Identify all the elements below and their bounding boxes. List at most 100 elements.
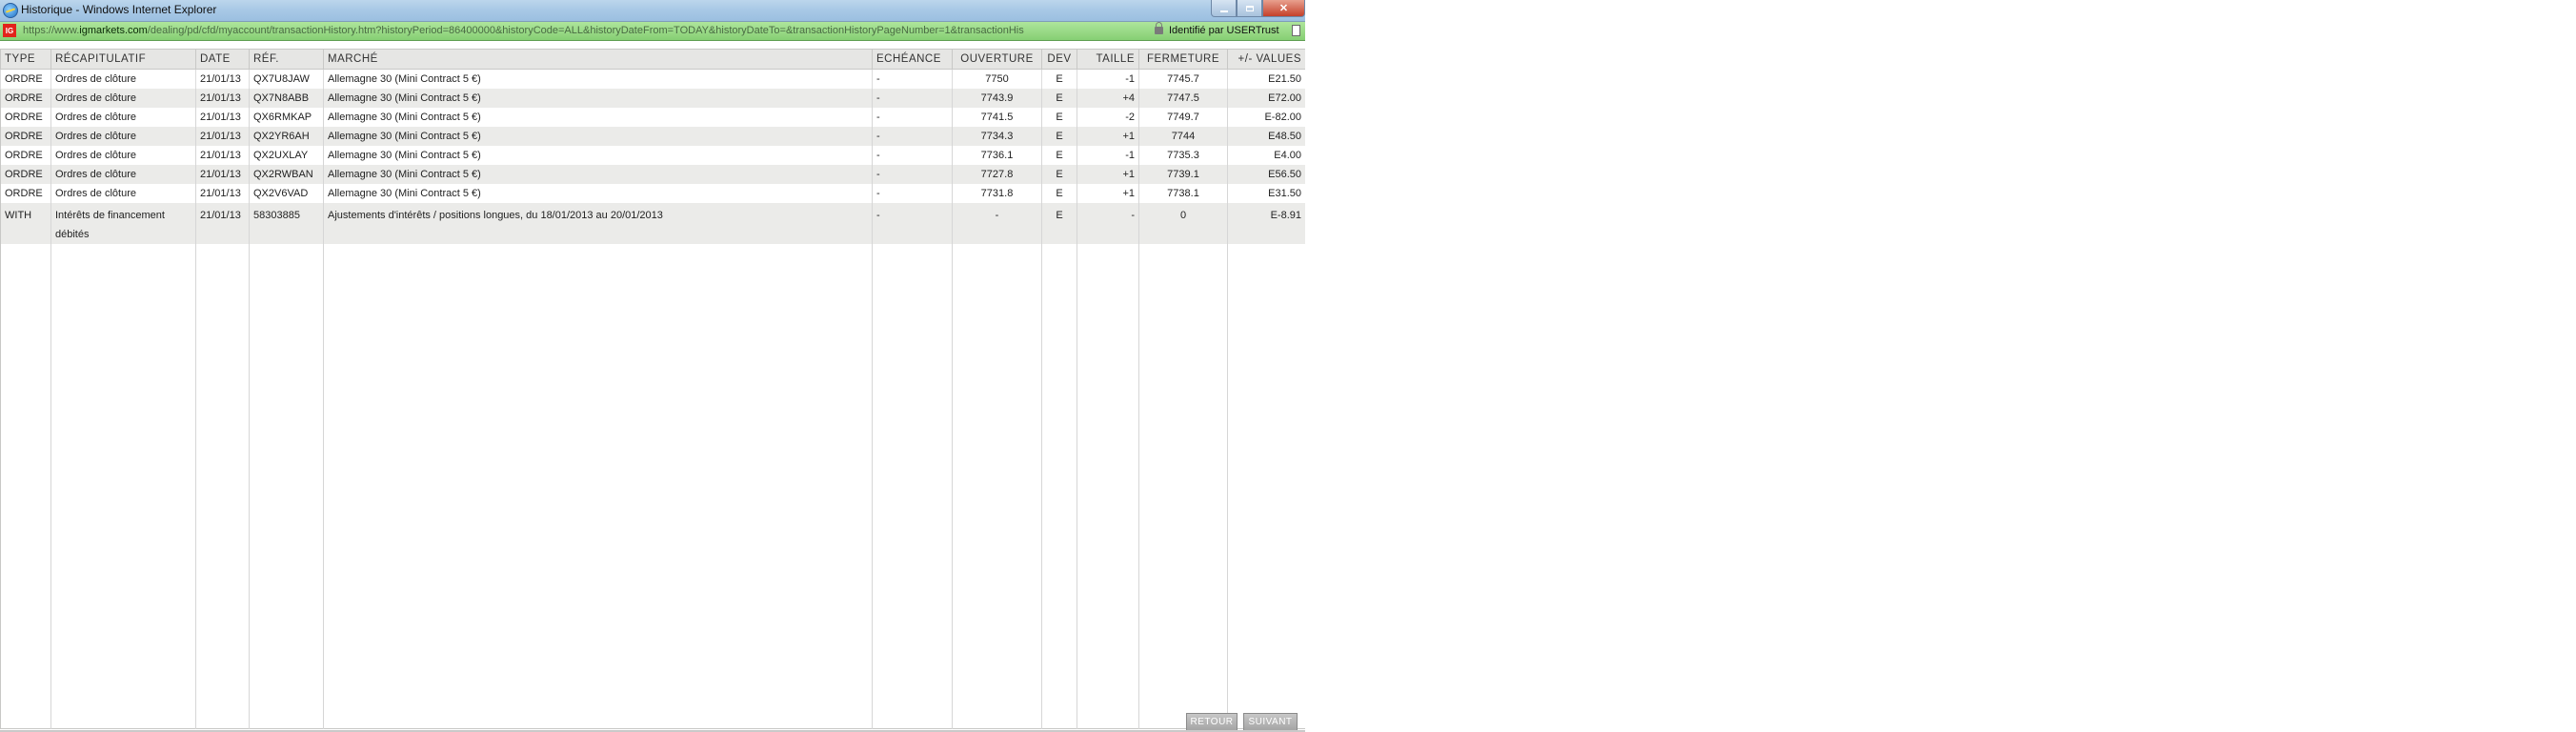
cell-size: -1 — [1077, 69, 1139, 89]
cell-opening: 7727.8 — [952, 165, 1042, 184]
cell-pnl: E21.50 — [1227, 69, 1305, 89]
cell-type: ORDRE — [0, 127, 51, 146]
minimize-button[interactable] — [1211, 0, 1237, 17]
cell-currency: E — [1041, 108, 1077, 127]
security-identity[interactable]: Identifié par USERTrust — [1169, 25, 1279, 36]
cell-expiry: - — [872, 127, 953, 146]
back-button[interactable]: RETOUR — [1186, 713, 1238, 731]
ig-logo-icon: IG — [3, 24, 16, 37]
cell-ref: QX2UXLAY — [249, 146, 324, 165]
column-header-opening[interactable]: OUVERTURE — [952, 49, 1042, 70]
column-separator — [323, 89, 324, 729]
column-separator — [249, 89, 250, 729]
column-header-date[interactable]: DATE — [195, 49, 250, 70]
cell-summary: Ordres de clôture — [50, 127, 196, 146]
column-header-type[interactable]: TYPE — [0, 49, 51, 70]
cell-currency: E — [1041, 165, 1077, 184]
cell-summary: Ordres de clôture — [50, 165, 196, 184]
page-icon[interactable] — [1292, 25, 1300, 36]
cell-expiry: - — [872, 165, 953, 184]
cell-summary: Intérêts de financement débités — [50, 203, 196, 244]
column-separator — [50, 89, 51, 729]
cell-closing: 7745.7 — [1138, 69, 1228, 89]
column-header-market[interactable]: MARCHÉ — [323, 49, 873, 70]
cell-pnl: E31.50 — [1227, 184, 1305, 203]
cell-type: ORDRE — [0, 184, 51, 203]
cell-expiry: - — [872, 184, 953, 203]
cell-opening: 7734.3 — [952, 127, 1042, 146]
cell-ref: QX7N8ABB — [249, 89, 324, 108]
cell-market: Allemagne 30 (Mini Contract 5 €) — [323, 127, 873, 146]
cell-currency: E — [1041, 89, 1077, 108]
maximize-button[interactable] — [1237, 0, 1262, 17]
cell-date: 21/01/13 — [195, 69, 250, 89]
address-bar: IG https://www.igmarkets.com/dealing/pd/… — [0, 22, 1305, 41]
cell-date: 21/01/13 — [195, 165, 250, 184]
internet-explorer-icon — [3, 3, 18, 18]
cell-currency: E — [1041, 69, 1077, 89]
browser-window: Historique - Windows Internet Explorer ✕… — [0, 0, 1305, 732]
window-controls: ✕ — [1211, 0, 1305, 19]
url-field[interactable]: https://www.igmarkets.com/dealing/pd/cfd… — [23, 25, 1153, 36]
cell-opening: 7750 — [952, 69, 1042, 89]
cell-closing: 7735.3 — [1138, 146, 1228, 165]
cell-size: +1 — [1077, 184, 1139, 203]
next-button[interactable]: SUIVANT — [1243, 713, 1298, 731]
cell-size: +4 — [1077, 89, 1139, 108]
cell-summary: Ordres de clôture — [50, 108, 196, 127]
cell-expiry: - — [872, 203, 953, 244]
cell-date: 21/01/13 — [195, 203, 250, 244]
column-header-ref[interactable]: RÉF. — [249, 49, 324, 70]
cell-currency: E — [1041, 146, 1077, 165]
title-bar: Historique - Windows Internet Explorer ✕ — [0, 0, 1305, 22]
cell-summary: Ordres de clôture — [50, 184, 196, 203]
cell-summary: Ordres de clôture — [50, 69, 196, 89]
cell-ref: QX2YR6AH — [249, 127, 324, 146]
column-header-expiry[interactable]: ECHÉANCE — [872, 49, 953, 70]
cell-closing: 7739.1 — [1138, 165, 1228, 184]
column-separator — [1227, 89, 1228, 729]
cell-currency: E — [1041, 184, 1077, 203]
column-header-size[interactable]: TAILLE — [1077, 49, 1139, 70]
cell-pnl: E72.00 — [1227, 89, 1305, 108]
column-header-currency[interactable]: DEV — [1041, 49, 1077, 70]
url-domain: igmarkets.com — [79, 25, 148, 36]
column-header-closing[interactable]: FERMETURE — [1138, 49, 1228, 70]
cell-market: Allemagne 30 (Mini Contract 5 €) — [323, 69, 873, 89]
cell-market: Allemagne 30 (Mini Contract 5 €) — [323, 108, 873, 127]
cell-closing: 7747.5 — [1138, 89, 1228, 108]
cell-expiry: - — [872, 69, 953, 89]
cell-type: ORDRE — [0, 69, 51, 89]
cell-closing: 7738.1 — [1138, 184, 1228, 203]
cell-opening: 7743.9 — [952, 89, 1042, 108]
column-separator — [872, 89, 873, 729]
cell-pnl: E56.50 — [1227, 165, 1305, 184]
cell-type: ORDRE — [0, 108, 51, 127]
cell-date: 21/01/13 — [195, 127, 250, 146]
column-header-summary[interactable]: RÉCAPITULATIF — [50, 49, 196, 70]
cell-date: 21/01/13 — [195, 89, 250, 108]
url-path: /dealing/pd/cfd/myaccount/transactionHis… — [147, 25, 1024, 36]
close-button[interactable]: ✕ — [1262, 0, 1305, 17]
lock-icon[interactable] — [1155, 22, 1163, 34]
cell-size: -1 — [1077, 146, 1139, 165]
cell-summary: Ordres de clôture — [50, 146, 196, 165]
column-separator — [1041, 89, 1042, 729]
cell-pnl: E4.00 — [1227, 146, 1305, 165]
cell-summary: Ordres de clôture — [50, 89, 196, 108]
table-row[interactable]: ORDRE Ordres de clôture 21/01/13 QX7U8JAW Al… — [0, 69, 1305, 89]
cell-closing: 7744 — [1138, 127, 1228, 146]
cell-currency: E — [1041, 127, 1077, 146]
minimize-icon — [1219, 10, 1228, 12]
url-prefix: https://www. — [23, 25, 80, 36]
cell-market: Allemagne 30 (Mini Contract 5 €) — [323, 165, 873, 184]
cell-opening: - — [952, 203, 1042, 244]
cell-expiry: - — [872, 89, 953, 108]
cell-opening: 7731.8 — [952, 184, 1042, 203]
cell-size: +1 — [1077, 127, 1139, 146]
column-separator — [1138, 89, 1139, 729]
column-header-pnl[interactable]: +/- VALUES — [1227, 49, 1305, 70]
cell-size: +1 — [1077, 165, 1139, 184]
cell-type: ORDRE — [0, 165, 51, 184]
cell-closing: 7749.7 — [1138, 108, 1228, 127]
